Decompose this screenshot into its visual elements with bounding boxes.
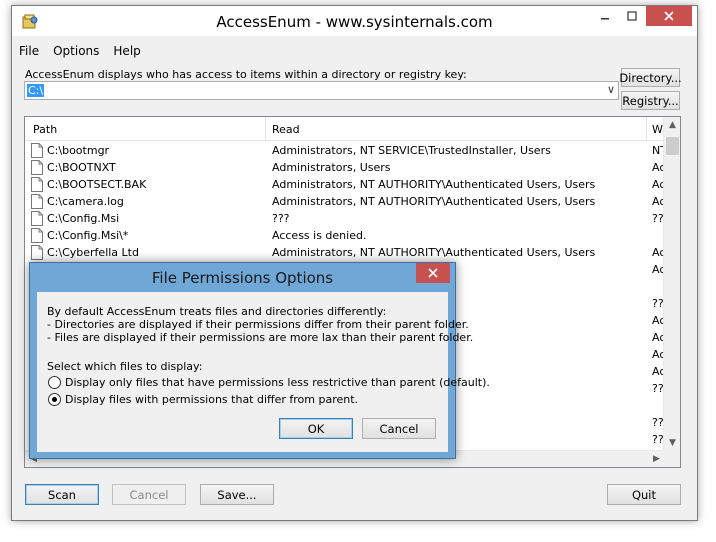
list-header: Path Read W [25,117,680,141]
column-divider[interactable] [646,117,647,141]
row-path: C:\Config.Msi\* [47,229,129,242]
row-read: ??? [272,212,290,225]
chevron-down-icon[interactable]: ∨ [607,83,615,96]
column-header-read[interactable]: Read [272,123,300,136]
close-icon[interactable] [646,6,692,26]
file-icon [31,143,43,158]
save-button[interactable]: Save... [200,484,274,505]
menu-help[interactable]: Help [106,42,147,60]
minimize-icon[interactable] [592,6,618,26]
path-combobox[interactable]: C:\ ∨ [24,81,619,100]
select-files-label: Select which files to display: [47,360,203,373]
scroll-corner [663,450,680,467]
table-row[interactable]: C:\bootmgr Administrators, NT SERVICE\Tru… [25,142,665,159]
row-read: Access is denied. [272,229,367,242]
dialog-intro: By default AccessEnum treats files and d… [47,305,387,318]
file-icon [31,177,43,192]
vertical-scrollbar[interactable]: ▲ ▼ [663,117,680,452]
ok-button[interactable]: OK [279,418,353,439]
table-row[interactable]: C:\Cyberfella Ltd Administrators, NT AUTH… [25,244,665,261]
file-icon [31,228,43,243]
radio-less-restrictive-label[interactable]: Display only files that have permissions… [65,376,490,389]
registry-button[interactable]: Registry... [621,91,680,110]
row-path: C:\camera.log [47,195,124,208]
scroll-thumb[interactable] [666,137,679,155]
column-divider[interactable] [265,117,266,141]
column-header-write[interactable]: W [652,123,663,136]
menu-file[interactable]: File [12,42,46,60]
dialog-bullet-files: - Files are displayed if their permissio… [47,331,474,344]
row-path: C:\Config.Msi [47,212,120,225]
menu-options[interactable]: Options [46,42,106,60]
table-row[interactable]: C:\camera.log Administrators, NT AUTHORIT… [25,193,665,210]
quit-button[interactable]: Quit [607,484,681,505]
maximize-icon[interactable] [619,6,645,26]
table-row[interactable]: C:\BOOTSECT.BAK Administrators, NT AUTHOR… [25,176,665,193]
dialog-cancel-button[interactable]: Cancel [362,418,436,439]
file-icon [31,160,43,175]
table-row[interactable]: C:\Config.Msi????? [25,210,665,227]
row-read: Administrators, NT SERVICE\TrustedInstal… [272,144,551,157]
radio-less-restrictive[interactable] [48,376,61,389]
description-label: AccessEnum displays who has access to it… [25,68,467,81]
cancel-scan-button[interactable]: Cancel [112,484,186,505]
row-path: C:\Cyberfella Ltd [47,246,139,259]
directory-button[interactable]: Directory... [619,68,682,87]
title-bar[interactable]: AccessEnum - www.sysinternals.com [12,6,697,36]
dialog-bullet-directories: - Directories are displayed if their per… [47,318,469,331]
dialog-title: File Permissions Options [151,269,334,287]
dialog-body: By default AccessEnum treats files and d… [37,292,490,452]
radio-differ-from-parent-label[interactable]: Display files with permissions that diff… [65,393,358,406]
row-read: Administrators, NT AUTHORITY\Authenticat… [272,246,596,259]
column-header-path[interactable]: Path [33,123,57,136]
file-icon [31,245,43,260]
scan-button[interactable]: Scan [25,484,99,505]
menu-bar: File Options Help [12,42,148,60]
close-icon[interactable] [416,263,450,283]
row-read: Administrators, NT AUTHORITY\Authenticat… [272,178,596,191]
scroll-up-icon[interactable]: ▲ [664,117,680,134]
file-permissions-dialog: File Permissions Options By default Acce… [29,262,490,459]
row-path: C:\BOOTNXT [47,161,116,174]
file-icon [31,194,43,209]
table-row[interactable]: C:\Config.Msi\* Access is denied. [25,227,665,244]
path-value[interactable]: C:\ [27,84,45,97]
row-read: Administrators, Users [272,161,391,174]
table-row[interactable]: C:\BOOTNXT Administrators, Users Ac [25,159,665,176]
row-path: C:\bootmgr [47,144,110,157]
row-read: Administrators, NT AUTHORITY\Authenticat… [272,195,596,208]
file-icon [31,211,43,226]
row-path: C:\BOOTSECT.BAK [47,178,147,191]
radio-differ-from-parent[interactable] [48,393,61,406]
